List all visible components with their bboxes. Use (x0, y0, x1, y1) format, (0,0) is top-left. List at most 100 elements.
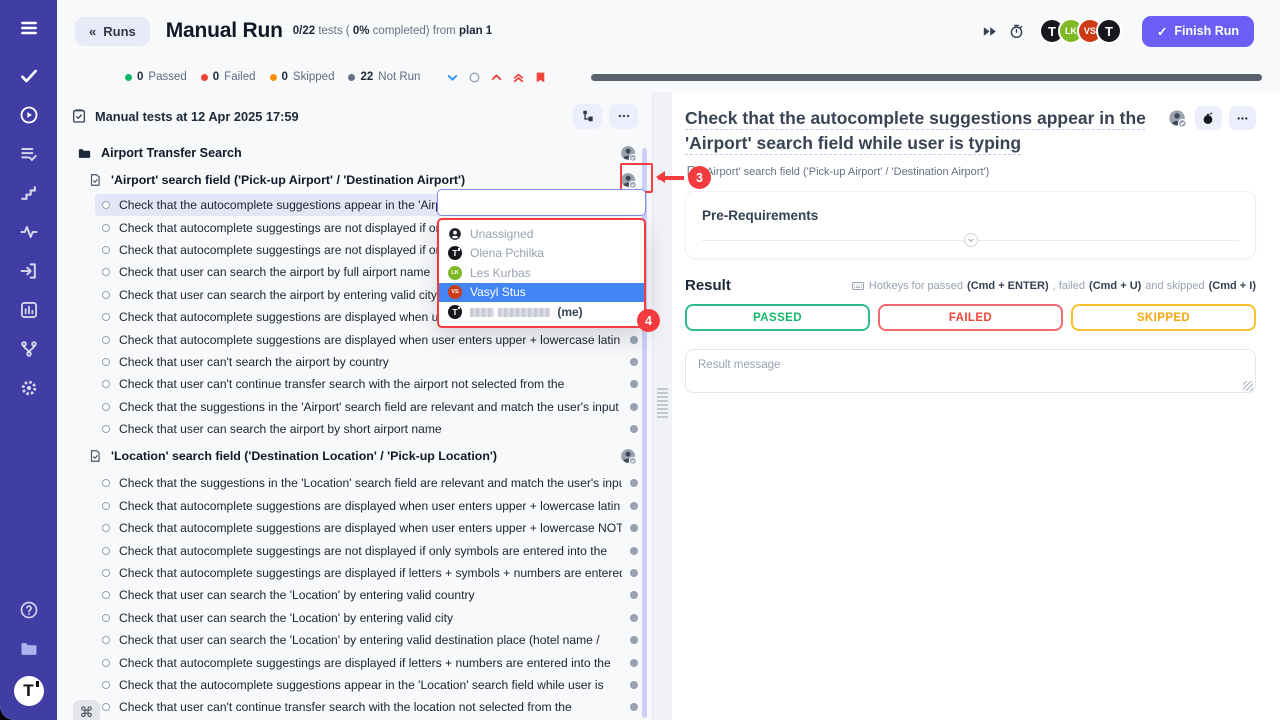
test-status-radio[interactable] (102, 201, 110, 209)
test-status-radio[interactable] (102, 502, 110, 510)
test-title: Check that user can search the 'Location… (119, 633, 622, 647)
test-status-radio[interactable] (102, 659, 110, 667)
test-detail-title[interactable]: Check that the autocomplete suggestions … (685, 108, 1146, 153)
test-status-radio[interactable] (102, 636, 110, 644)
detail-more-button[interactable] (1229, 106, 1256, 130)
chevrons-left-icon: « (89, 24, 96, 39)
steps-icon[interactable] (17, 181, 41, 205)
suite-row-location[interactable]: 'Location' search field ('Destination Lo… (68, 440, 652, 472)
finish-run-button[interactable]: ✓ Finish Run (1142, 16, 1254, 47)
menu-icon[interactable] (17, 16, 41, 40)
command-key-hint: ⌘ (73, 700, 100, 720)
import-icon[interactable] (17, 259, 41, 283)
test-row[interactable]: Check that autocomplete suggestions are … (95, 517, 644, 539)
test-row[interactable]: Check that user can search the 'Location… (95, 607, 644, 629)
assign-user-icon[interactable] (619, 447, 638, 466)
test-row[interactable]: Check that autocomplete suggestings are … (95, 539, 644, 561)
test-row[interactable]: Check that user can search the 'Location… (95, 584, 644, 606)
assignee-option[interactable]: T Olena Pchilka (439, 244, 644, 264)
test-title: Check that user can search the 'Location… (119, 588, 622, 602)
priority-normal-icon[interactable] (468, 71, 481, 84)
passed-button[interactable]: PASSED (685, 304, 870, 331)
test-row[interactable]: Check that autocomplete suggestions are … (95, 495, 644, 517)
test-status-radio[interactable] (102, 479, 110, 487)
assignee-search-input[interactable] (437, 189, 646, 216)
runs-play-icon[interactable] (17, 103, 41, 127)
test-status-radio[interactable] (102, 681, 110, 689)
branches-icon[interactable] (17, 337, 41, 361)
test-status-radio[interactable] (102, 569, 110, 577)
test-status-radio[interactable] (102, 313, 110, 321)
test-status-radio[interactable] (102, 703, 110, 711)
tree-panel-header: Manual tests at 12 Apr 2025 17:59 (68, 102, 652, 130)
test-row[interactable]: Check that user can search the airport b… (95, 418, 644, 440)
help-icon[interactable] (17, 598, 41, 622)
document-check-icon (88, 173, 102, 187)
priority-high-icon[interactable] (490, 71, 503, 84)
pulse-icon[interactable] (17, 220, 41, 244)
folder-icon (77, 146, 92, 161)
avatar: VS (448, 285, 462, 299)
tree-more-button[interactable] (609, 104, 638, 129)
test-title: Check that user can't search the airport… (119, 355, 622, 369)
priority-blocker-icon[interactable] (534, 71, 547, 84)
test-row[interactable]: Check that autocomplete suggestings are … (95, 562, 644, 584)
back-to-runs-button[interactable]: « Runs (75, 17, 150, 46)
panel-splitter[interactable] (652, 92, 672, 720)
test-status-radio[interactable] (102, 246, 110, 254)
assign-user-icon[interactable] (619, 144, 638, 163)
folder-row[interactable]: Airport Transfer Search (68, 140, 652, 166)
plan-link[interactable]: plan 1 (459, 25, 492, 37)
priority-filters (446, 71, 547, 84)
status-dot (630, 659, 638, 667)
priority-critical-icon[interactable] (512, 71, 525, 84)
test-row[interactable]: Check that the suggestions in the 'Airpo… (95, 396, 644, 418)
test-row[interactable]: Check that autocomplete suggestings are … (95, 651, 644, 673)
test-row[interactable]: Check that autocomplete suggestions are … (95, 328, 644, 350)
app-window: T « Runs Manual Run 0/22 tests ( 0% comp… (0, 0, 1280, 720)
assign-user-icon[interactable] (619, 171, 638, 190)
assignee-option-me[interactable]: T (me) (439, 302, 644, 322)
test-status-radio[interactable] (102, 547, 110, 555)
test-status-radio[interactable] (102, 358, 110, 366)
timer-icon[interactable] (1008, 23, 1025, 40)
test-status-radio[interactable] (102, 614, 110, 622)
test-row[interactable]: Check that user can't continue transfer … (95, 373, 644, 395)
test-status-radio[interactable] (102, 425, 110, 433)
test-row[interactable]: Check that user can't search the airport… (95, 351, 644, 373)
tree-view-button[interactable] (573, 104, 602, 129)
collapse-toggle[interactable] (964, 233, 978, 247)
test-status-radio[interactable] (102, 291, 110, 299)
assignee-option-unassigned[interactable]: Unassigned (439, 224, 644, 244)
fast-forward-icon[interactable] (981, 23, 998, 40)
bomb-timer-button[interactable] (1195, 106, 1222, 130)
status-dot (630, 591, 638, 599)
test-plans-icon[interactable] (17, 142, 41, 166)
skipped-button[interactable]: SKIPPED (1071, 304, 1256, 331)
status-dot (630, 681, 638, 689)
result-message-input[interactable] (685, 349, 1256, 393)
suite-label: 'Location' search field ('Destination Lo… (111, 449, 497, 463)
failed-button[interactable]: FAILED (878, 304, 1063, 331)
test-row[interactable]: Check that user can search the 'Location… (95, 629, 644, 651)
analytics-icon[interactable] (17, 298, 41, 322)
test-status-radio[interactable] (102, 403, 110, 411)
test-status-radio[interactable] (102, 224, 110, 232)
failed-stat: 0Failed (201, 71, 256, 83)
assignee-option-selected[interactable]: VS Vasyl Stus (439, 283, 644, 303)
settings-gear-icon[interactable] (17, 376, 41, 400)
tests-check-icon[interactable] (17, 64, 41, 88)
assign-user-icon[interactable] (1167, 108, 1188, 129)
test-status-radio[interactable] (102, 380, 110, 388)
projects-folder-icon[interactable] (17, 637, 41, 661)
test-status-radio[interactable] (102, 268, 110, 276)
test-row[interactable]: Check that the suggestions in the 'Locat… (95, 472, 644, 494)
test-status-radio[interactable] (102, 591, 110, 599)
test-row[interactable]: Check that user can't continue transfer … (95, 696, 644, 718)
test-status-radio[interactable] (102, 524, 110, 532)
assignee-option[interactable]: LK Les Kurbas (439, 263, 644, 283)
test-status-radio[interactable] (102, 336, 110, 344)
test-row[interactable]: Check that the autocomplete suggestions … (95, 674, 644, 696)
priority-low-icon[interactable] (446, 71, 459, 84)
breadcrumb[interactable]: 'Airport' search field ('Pick-up Airport… (685, 165, 1256, 178)
